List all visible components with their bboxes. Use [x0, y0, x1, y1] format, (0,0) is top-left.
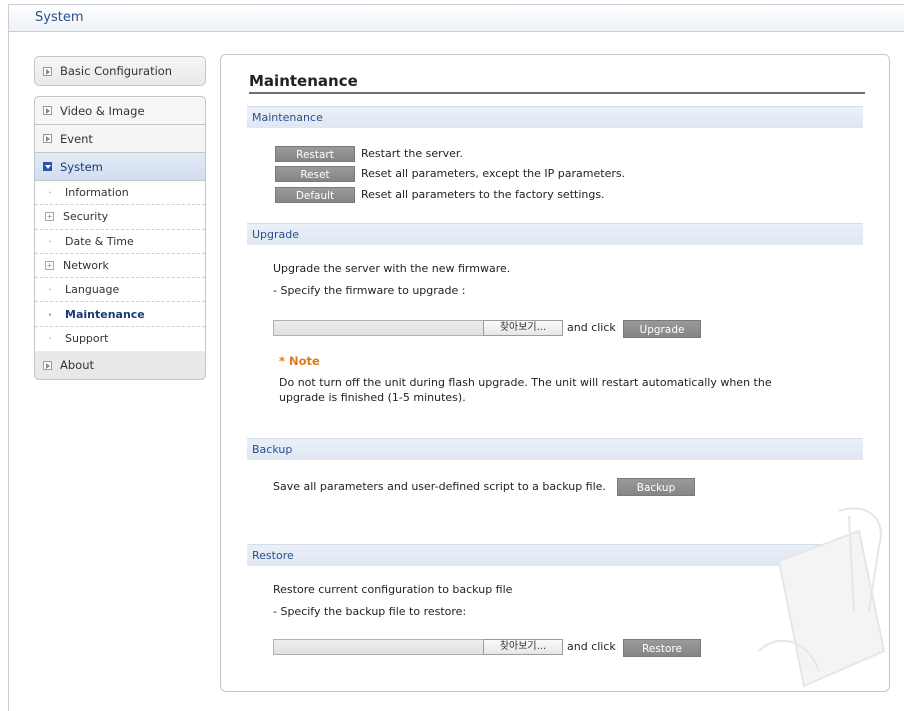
note-text: Do not turn off the unit during flash up…	[279, 376, 772, 404]
upgrade-specify: - Specify the firmware to upgrade :	[273, 284, 466, 297]
default-button[interactable]: Default	[275, 187, 355, 203]
sidebar-item-support[interactable]: · Support	[35, 327, 205, 351]
note-title: * Note	[279, 354, 320, 368]
and-click-label: and click	[567, 321, 616, 334]
sidebar-item-label: Support	[65, 332, 109, 346]
reset-description: Reset all parameters, except the IP para…	[361, 167, 626, 180]
bullet-icon: ·	[48, 234, 52, 248]
section-header-maintenance: Maintenance	[247, 106, 863, 128]
expand-icon	[43, 134, 52, 143]
sidebar-item-maintenance[interactable]: · Maintenance	[35, 302, 205, 327]
default-description: Reset all parameters to the factory sett…	[361, 188, 605, 201]
sidebar-item-information[interactable]: · Information	[35, 181, 205, 206]
sidebar-item-date-time[interactable]: · Date & Time	[35, 230, 205, 254]
nav-label: Basic Configuration	[60, 64, 173, 78]
sidebar-item-label: Language	[65, 283, 120, 297]
restart-button[interactable]: Restart	[275, 146, 355, 162]
firmware-file-input[interactable]: 찾아보기...	[273, 320, 563, 336]
bullet-icon: ·	[47, 307, 53, 321]
plus-icon: +	[45, 261, 54, 271]
nav-about[interactable]: About	[35, 351, 205, 379]
nav-basic-configuration[interactable]: Basic Configuration	[34, 56, 206, 86]
restore-specify: - Specify the backup file to restore:	[273, 605, 467, 618]
collapse-icon	[43, 162, 52, 171]
section-header-upgrade: Upgrade	[247, 223, 863, 245]
sidebar-item-label: Maintenance	[65, 307, 145, 321]
upgrade-button[interactable]: Upgrade	[623, 320, 701, 338]
nav-system[interactable]: System	[35, 153, 205, 181]
upgrade-instruction: Upgrade the server with the new firmware…	[273, 262, 511, 275]
nav-basic-configuration-head[interactable]: Basic Configuration	[35, 57, 205, 85]
expand-icon	[43, 66, 52, 76]
browse-button[interactable]: 찾아보기...	[483, 320, 563, 336]
section-header-backup: Backup	[247, 438, 863, 460]
sidebar-item-label: Information	[65, 186, 129, 200]
top-bar: System	[8, 4, 904, 32]
system-submenu: · Information + Security · Date & Time + Networ…	[35, 181, 205, 352]
expand-icon	[43, 360, 52, 370]
backup-description: Save all parameters and user-defined scr…	[273, 480, 606, 493]
plus-icon: +	[45, 212, 54, 222]
and-click-label: and click	[567, 640, 616, 653]
browse-button[interactable]: 찾아보기...	[483, 639, 563, 655]
restore-button[interactable]: Restore	[623, 639, 701, 657]
sidebar-item-label: Date & Time	[65, 234, 134, 248]
restart-description: Restart the server.	[361, 147, 463, 160]
bullet-icon: ·	[48, 332, 52, 346]
nav-event[interactable]: Event	[35, 125, 205, 153]
restore-file-input[interactable]: 찾아보기...	[273, 639, 563, 655]
backup-button[interactable]: Backup	[617, 478, 695, 496]
sidebar-item-network[interactable]: + Network	[35, 254, 205, 279]
expand-icon	[43, 106, 52, 115]
reset-button[interactable]: Reset	[275, 166, 355, 182]
restore-instruction: Restore current configuration to backup …	[273, 583, 513, 596]
tools-watermark-icon	[758, 507, 886, 688]
sidebar-item-label: Security	[63, 210, 109, 224]
nav-label: About	[60, 358, 95, 373]
nav-video-image[interactable]: Video & Image	[35, 97, 205, 125]
frame-border	[8, 32, 9, 711]
bullet-icon: ·	[48, 283, 52, 297]
page-title: Maintenance	[249, 72, 865, 94]
nav-label: Event	[60, 131, 93, 146]
bullet-icon: ·	[48, 186, 52, 200]
sidebar-item-label: Network	[63, 259, 109, 273]
nav-group: Video & Image Event System · Information +…	[34, 96, 206, 381]
sidebar-item-language[interactable]: · Language	[35, 278, 205, 303]
nav-label: System	[60, 159, 103, 174]
maintenance-panel: Maintenance Maintenance Restart Restart …	[220, 54, 890, 692]
page-header-title: System	[35, 10, 84, 25]
sidebar-item-security[interactable]: + Security	[35, 205, 205, 230]
nav-label: Video & Image	[60, 103, 145, 118]
